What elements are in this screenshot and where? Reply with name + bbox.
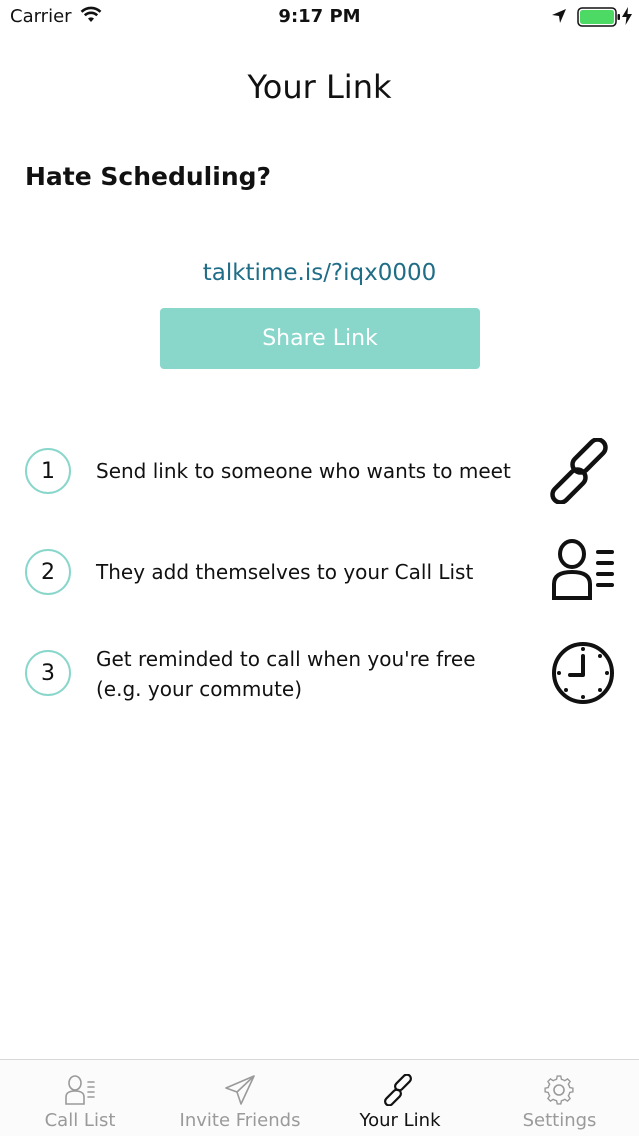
page-title: Your Link [247, 68, 392, 106]
step-text-line: Send link to someone who wants to meet [96, 459, 511, 483]
step-item: 2 They add themselves to your Call List [0, 539, 639, 619]
tab-invite-friends[interactable]: Invite Friends [160, 1060, 320, 1136]
share-link-button[interactable]: Share Link [160, 308, 480, 369]
link-url[interactable]: talktime.is/?iqx0000 [0, 260, 639, 286]
tab-label: Invite Friends [179, 1110, 301, 1131]
status-bar: Carrier 9:17 PM [0, 0, 639, 34]
call-list-icon [65, 1075, 95, 1105]
link-icon [550, 438, 608, 504]
step-text-line: They add themselves to your Call List [96, 560, 474, 584]
clock-icon [552, 642, 614, 704]
tab-call-list[interactable]: Call List [0, 1060, 160, 1136]
tab-bar: Call List Invite Friends Your Link Setti… [0, 1059, 639, 1136]
tab-label: Settings [522, 1110, 597, 1131]
battery-icon [577, 7, 620, 27]
step-number-badge: 2 [25, 549, 71, 595]
step-number-badge: 3 [25, 650, 71, 696]
location-arrow-icon [552, 9, 566, 23]
step-text: Get reminded to call when you're free (e… [96, 644, 476, 704]
section-heading: Hate Scheduling? [25, 162, 272, 191]
step-text: Send link to someone who wants to meet [96, 456, 511, 486]
tab-your-link[interactable]: Your Link [320, 1060, 480, 1136]
charging-bolt-icon [622, 7, 632, 25]
step-text-line: Get reminded to call when you're free [96, 647, 476, 671]
step-item: 1 Send link to someone who wants to meet [0, 438, 639, 516]
step-number-badge: 1 [25, 448, 71, 494]
link-icon [384, 1074, 412, 1106]
gear-icon [544, 1075, 574, 1105]
status-time: 9:17 PM [278, 6, 361, 27]
paper-plane-icon [225, 1075, 255, 1105]
tab-settings[interactable]: Settings [480, 1060, 639, 1136]
step-text-line: (e.g. your commute) [96, 677, 303, 701]
step-item: 3 Get reminded to call when you're free … [0, 642, 639, 720]
tab-label: Call List [44, 1110, 116, 1131]
call-list-icon [552, 539, 614, 600]
step-text: They add themselves to your Call List [96, 557, 473, 587]
tab-label: Your Link [359, 1110, 441, 1131]
